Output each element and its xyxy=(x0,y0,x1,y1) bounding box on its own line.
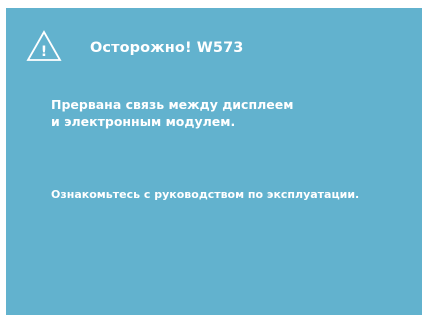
alert-title: Осторожно! W573 xyxy=(90,40,244,56)
alert-message-line: и электронным модулем. xyxy=(51,114,236,129)
warning-icon-glyph: ! xyxy=(41,44,47,60)
warning-panel: ! Осторожно! W573 Прервана связь между д… xyxy=(6,8,422,315)
alert-message: Прервана связь между дисплеем и электрон… xyxy=(51,96,293,130)
alert-message-line: Прервана связь между дисплеем xyxy=(51,97,294,112)
warning-triangle-icon: ! xyxy=(26,30,62,61)
manual-hint: Ознакомьтесь с руководством по эксплуата… xyxy=(51,188,360,201)
